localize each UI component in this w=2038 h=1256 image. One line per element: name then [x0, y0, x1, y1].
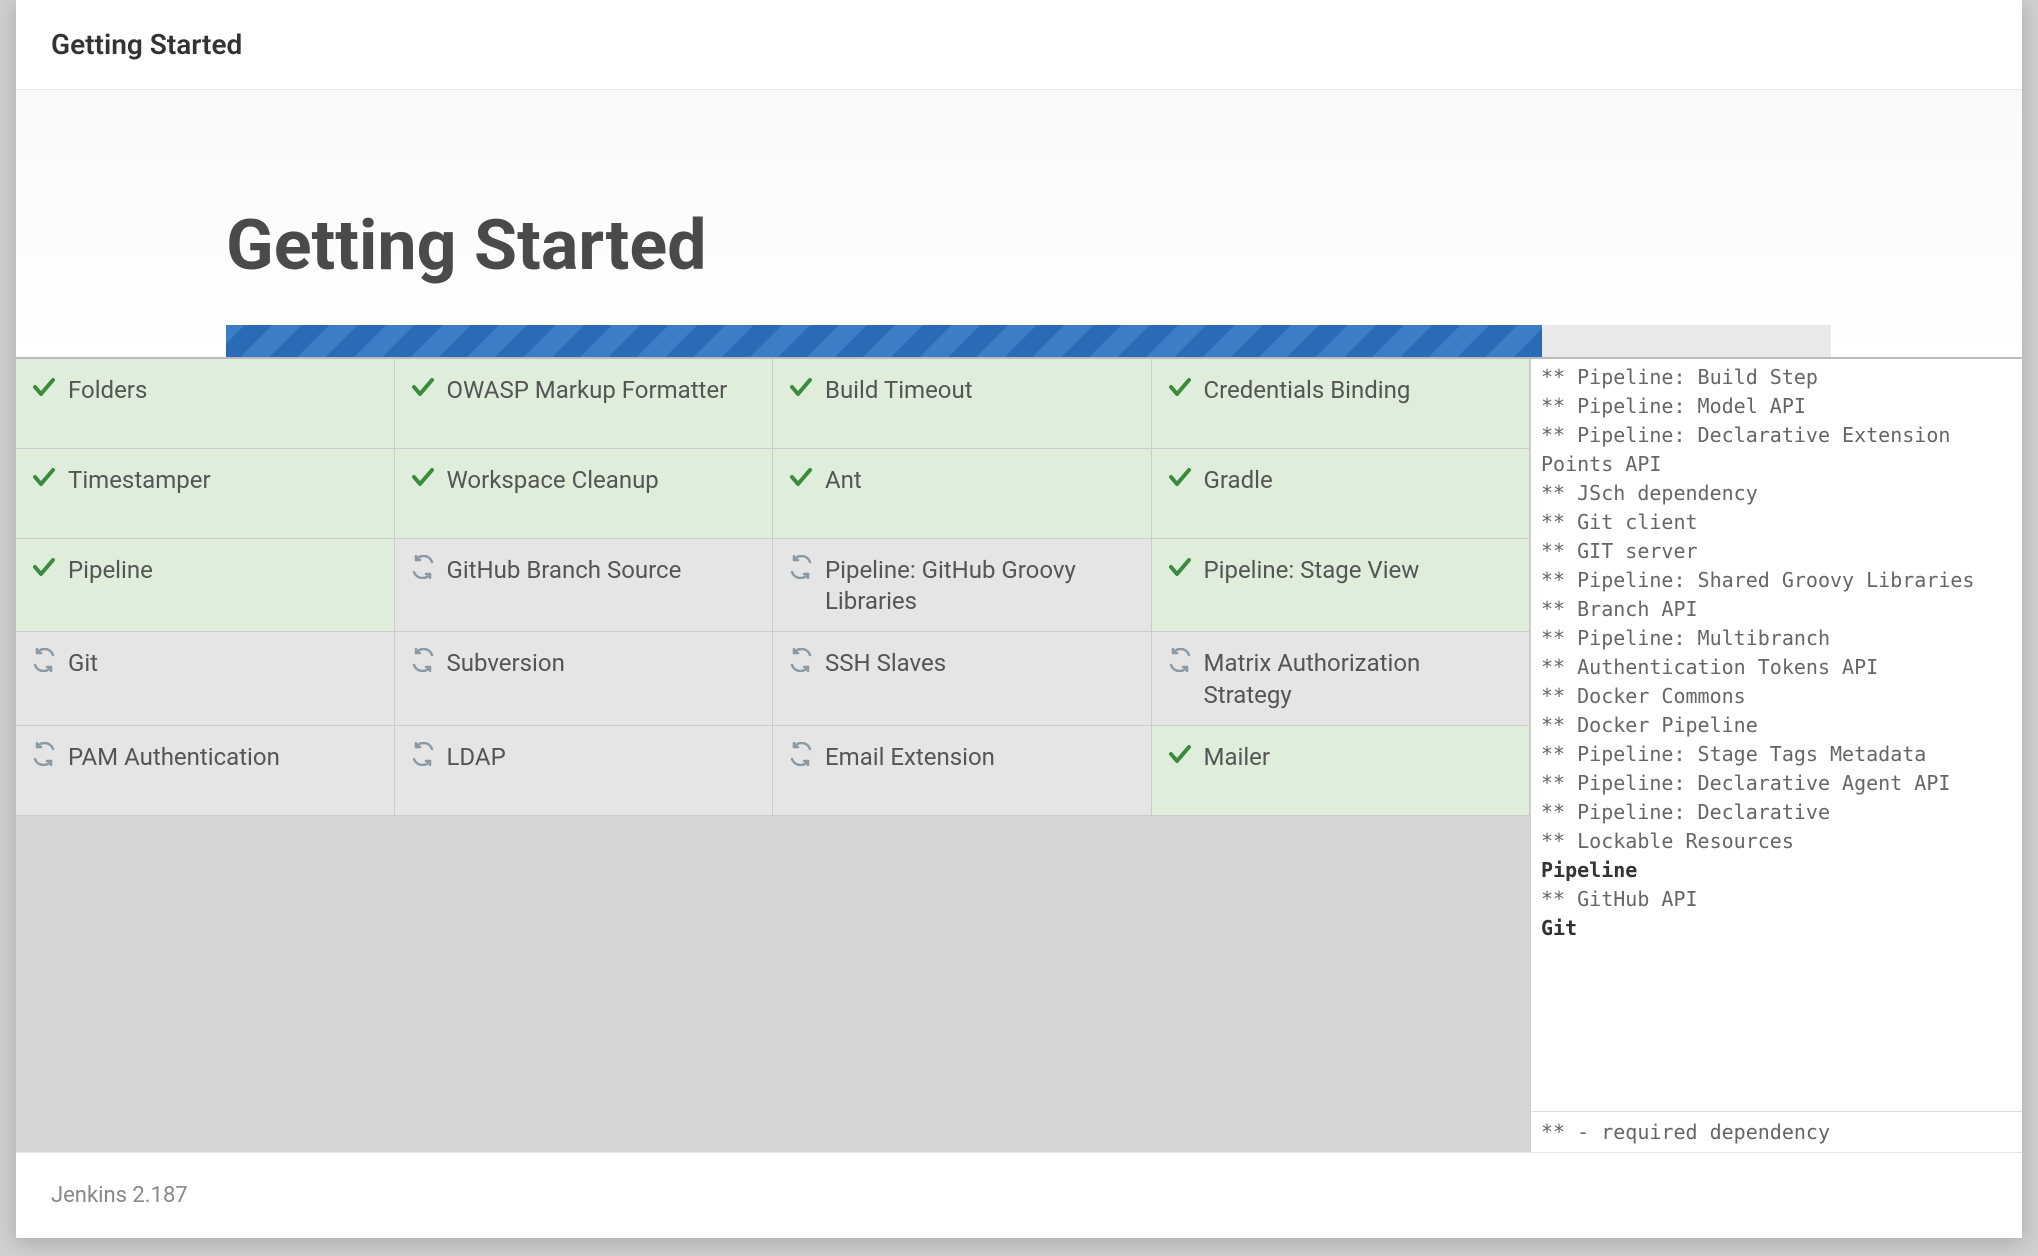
plugin-cell: OWASP Markup Formatter: [395, 359, 774, 449]
refresh-icon: [30, 646, 58, 674]
log-line: ** Pipeline: Build Step: [1541, 363, 2012, 392]
install-log-footer: ** - required dependency: [1531, 1111, 2022, 1152]
plugin-label: Email Extension: [825, 740, 1133, 773]
plugin-label: Workspace Cleanup: [447, 463, 755, 496]
page-title: Getting Started: [226, 205, 1812, 287]
refresh-icon: [409, 740, 437, 768]
plugin-label: SSH Slaves: [825, 646, 1133, 679]
plugin-label: Matrix Authorization Strategy: [1204, 646, 1512, 710]
log-line: ** GIT server: [1541, 537, 2012, 566]
progress-wrap: [226, 325, 1812, 357]
log-line: ** Branch API: [1541, 595, 2012, 624]
log-line: Git: [1541, 914, 2012, 943]
refresh-icon: [787, 553, 815, 581]
check-icon: [1166, 463, 1194, 491]
log-line: ** Lockable Resources: [1541, 827, 2012, 856]
check-icon: [409, 463, 437, 491]
plugin-label: Gradle: [1204, 463, 1512, 496]
progress-bar: [226, 325, 1831, 357]
plugin-label: Timestamper: [68, 463, 376, 496]
plugin-cell: Email Extension: [773, 726, 1152, 816]
refresh-icon: [409, 646, 437, 674]
plugin-cell: Gradle: [1152, 449, 1531, 539]
install-log-panel: ** Pipeline: Build Step** Pipeline: Mode…: [1530, 359, 2022, 1152]
plugin-cell: Credentials Binding: [1152, 359, 1531, 449]
plugin-cell: PAM Authentication: [16, 726, 395, 816]
log-line: ** JSch dependency: [1541, 479, 2012, 508]
check-icon: [787, 463, 815, 491]
plugin-label: GitHub Branch Source: [447, 553, 755, 586]
plugin-label: Pipeline: GitHub Groovy Libraries: [825, 553, 1133, 617]
log-line: ** Pipeline: Declarative Extension Point…: [1541, 421, 2012, 479]
log-line: ** Pipeline: Stage Tags Metadata: [1541, 740, 2012, 769]
plugin-label: Pipeline: Stage View: [1204, 553, 1512, 586]
log-line: ** Authentication Tokens API: [1541, 653, 2012, 682]
plugin-cell: Workspace Cleanup: [395, 449, 774, 539]
jenkins-version-label: Jenkins 2.187: [51, 1183, 188, 1208]
plugin-cell: Matrix Authorization Strategy: [1152, 632, 1531, 725]
plugin-label: Mailer: [1204, 740, 1512, 773]
progress-fill: [226, 325, 1542, 357]
log-line: ** Docker Pipeline: [1541, 711, 2012, 740]
plugin-cell: Build Timeout: [773, 359, 1152, 449]
plugin-label: LDAP: [447, 740, 755, 773]
log-line: ** Pipeline: Model API: [1541, 392, 2012, 421]
check-icon: [409, 373, 437, 401]
modal-footer: Jenkins 2.187: [16, 1152, 2022, 1238]
log-line: ** Docker Commons: [1541, 682, 2012, 711]
plugin-cell: Timestamper: [16, 449, 395, 539]
check-icon: [30, 373, 58, 401]
plugin-cell: Mailer: [1152, 726, 1531, 816]
check-icon: [1166, 553, 1194, 581]
plugin-cell: SSH Slaves: [773, 632, 1152, 725]
log-line: ** Git client: [1541, 508, 2012, 537]
plugin-label: OWASP Markup Formatter: [447, 373, 755, 406]
setup-wizard-modal: Getting Started Getting Started Folders O…: [16, 0, 2022, 1238]
modal-header-title: Getting Started: [51, 28, 1987, 61]
check-icon: [30, 463, 58, 491]
plugin-cell: Pipeline: GitHub Groovy Libraries: [773, 539, 1152, 632]
plugin-cell: Pipeline: [16, 539, 395, 632]
check-icon: [1166, 740, 1194, 768]
log-line: ** GitHub API: [1541, 885, 2012, 914]
plugin-cell: Ant: [773, 449, 1152, 539]
hero-section: Getting Started: [16, 90, 2022, 357]
log-line: ** Pipeline: Declarative: [1541, 798, 2012, 827]
install-log-body[interactable]: ** Pipeline: Build Step** Pipeline: Mode…: [1531, 359, 2022, 1111]
log-line: ** Pipeline: Declarative Agent API: [1541, 769, 2012, 798]
plugin-cell: GitHub Branch Source: [395, 539, 774, 632]
check-icon: [1166, 373, 1194, 401]
plugin-label: Pipeline: [68, 553, 376, 586]
log-line: ** Pipeline: Shared Groovy Libraries: [1541, 566, 2012, 595]
log-line: Pipeline: [1541, 856, 2012, 885]
plugin-cell: LDAP: [395, 726, 774, 816]
plugin-grid: Folders OWASP Markup Formatter Build Timeo…: [16, 359, 1530, 1152]
plugin-label: Ant: [825, 463, 1133, 496]
plugin-label: PAM Authentication: [68, 740, 376, 773]
log-line: ** Pipeline: Multibranch: [1541, 624, 2012, 653]
plugin-cell: Git: [16, 632, 395, 725]
modal-header: Getting Started: [16, 0, 2022, 90]
plugin-label: Build Timeout: [825, 373, 1133, 406]
check-icon: [787, 373, 815, 401]
plugin-label: Folders: [68, 373, 376, 406]
check-icon: [30, 553, 58, 581]
plugin-label: Git: [68, 646, 376, 679]
plugin-cell: Subversion: [395, 632, 774, 725]
refresh-icon: [409, 553, 437, 581]
content-row: Folders OWASP Markup Formatter Build Timeo…: [16, 357, 2022, 1152]
refresh-icon: [1166, 646, 1194, 674]
refresh-icon: [787, 646, 815, 674]
plugin-label: Subversion: [447, 646, 755, 679]
plugin-label: Credentials Binding: [1204, 373, 1512, 406]
refresh-icon: [30, 740, 58, 768]
refresh-icon: [787, 740, 815, 768]
plugin-cell: Pipeline: Stage View: [1152, 539, 1531, 632]
plugin-cell: Folders: [16, 359, 395, 449]
